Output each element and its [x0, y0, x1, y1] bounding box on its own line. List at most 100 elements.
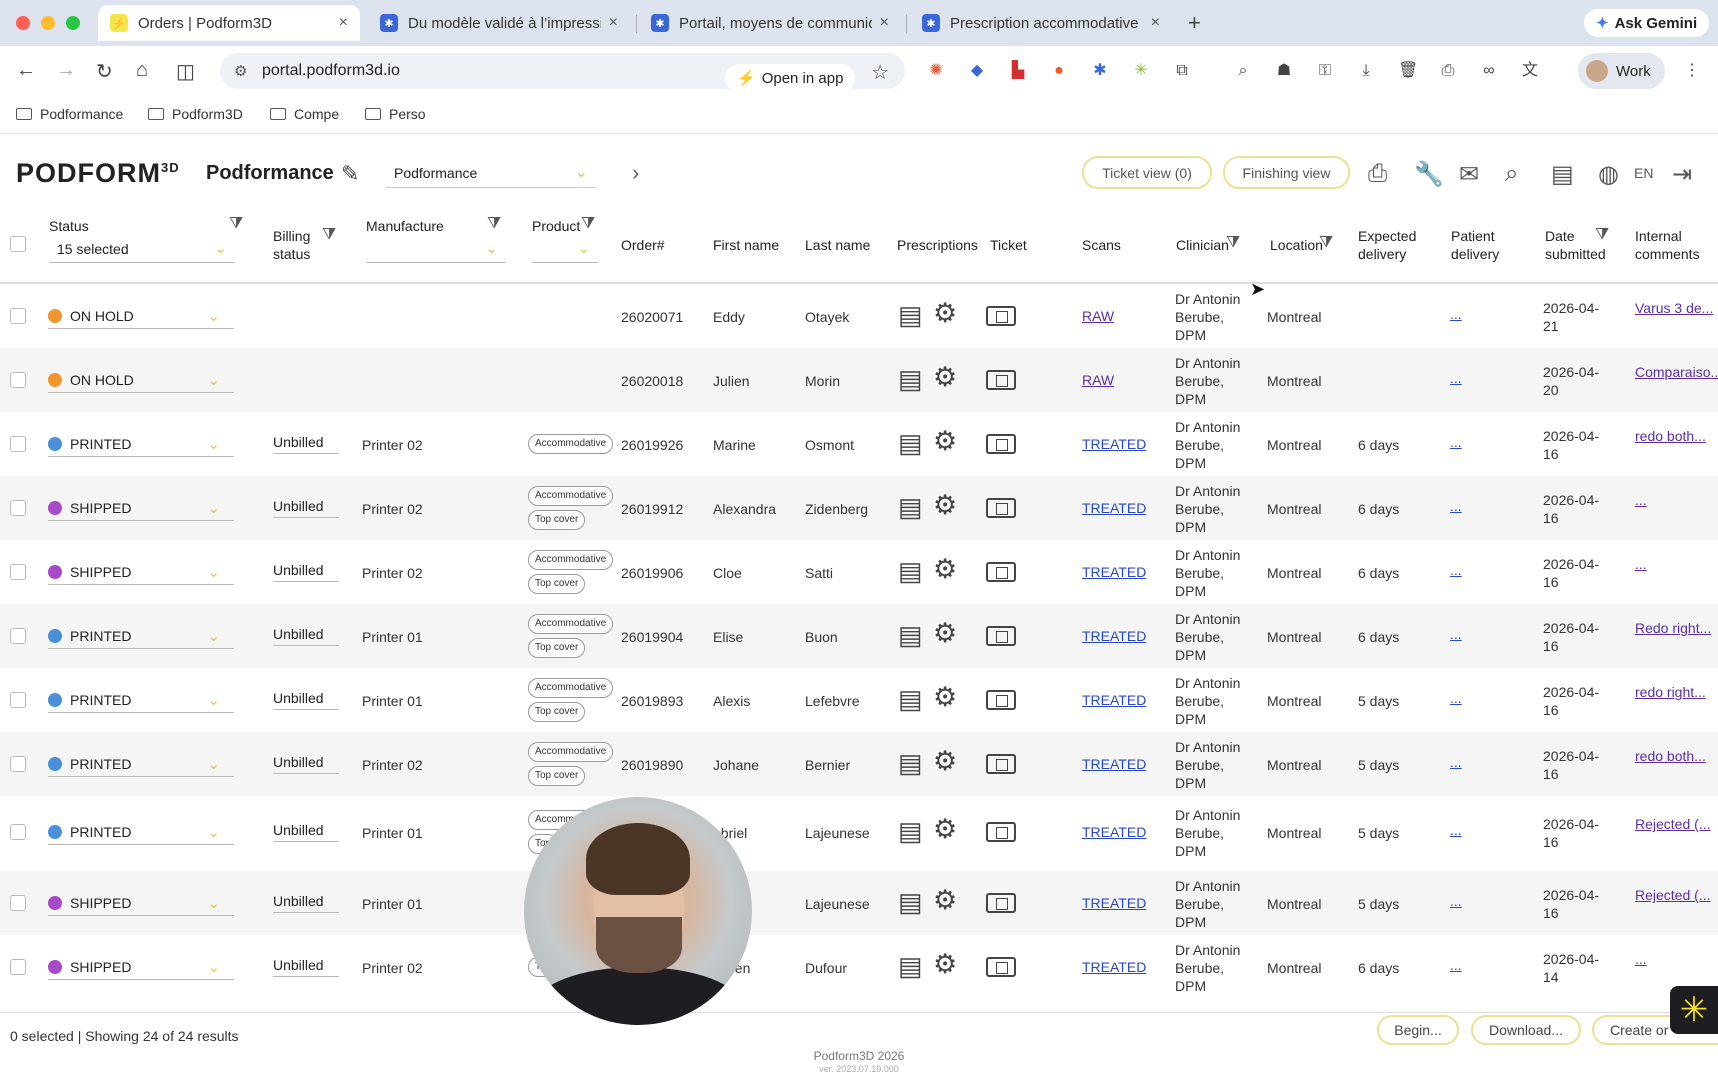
begin-button[interactable]: Begin...	[1377, 1015, 1459, 1045]
internal-comment-link[interactable]: Comparaiso...	[1635, 363, 1718, 381]
scan-link[interactable]: TREATED	[1082, 628, 1146, 644]
ticket-icon[interactable]	[986, 370, 1016, 390]
extension-pdf-icon[interactable]: ▙	[1009, 62, 1027, 80]
menu-dots-icon[interactable]: ⋮	[1683, 62, 1701, 80]
status-select[interactable]: ON HOLD ⌄	[48, 367, 234, 393]
screen-search-icon[interactable]: ⌕	[1234, 62, 1252, 80]
close-window-button[interactable]	[16, 16, 30, 30]
row-checkbox[interactable]	[10, 824, 26, 840]
prescription-document-icon[interactable]: ▤	[898, 620, 923, 651]
select-all-checkbox[interactable]	[10, 236, 26, 252]
gear-icon[interactable]: ⚙	[933, 426, 957, 457]
row-checkbox[interactable]	[10, 564, 26, 580]
prescription-document-icon[interactable]: ▤	[898, 300, 923, 331]
mail-icon[interactable]: ✉	[1459, 160, 1479, 189]
logout-icon[interactable]: ⇥	[1672, 160, 1692, 189]
scan-link[interactable]: TREATED	[1082, 500, 1146, 516]
ticket-icon[interactable]	[986, 822, 1016, 842]
patient-delivery-link[interactable]: ...	[1450, 370, 1462, 386]
table-row[interactable]: SHIPPED ⌄ Unbilled Printer 02 Accommodative T…	[0, 540, 1718, 604]
row-checkbox[interactable]	[10, 436, 26, 452]
column-last-name[interactable]: Last name	[805, 236, 870, 254]
download-button[interactable]: Download...	[1471, 1015, 1581, 1045]
internal-comment-link[interactable]: Rejected (...	[1635, 886, 1715, 904]
scan-link[interactable]: TREATED	[1082, 756, 1146, 772]
prescription-document-icon[interactable]: ▤	[898, 816, 923, 847]
patient-delivery-link[interactable]: ...	[1450, 822, 1462, 838]
finishing-view-button[interactable]: Finishing view	[1223, 156, 1350, 189]
patient-delivery-link[interactable]: ...	[1450, 434, 1462, 450]
status-select[interactable]: ON HOLD ⌄	[48, 303, 234, 329]
billing-status-select[interactable]: Unbilled	[273, 893, 339, 913]
podform-logo[interactable]: PODFORM3D	[16, 158, 180, 189]
scan-link[interactable]: RAW	[1082, 308, 1114, 324]
edit-pencil-icon[interactable]: ✎	[341, 161, 359, 187]
row-checkbox[interactable]	[10, 895, 26, 911]
search-icon[interactable]: ⌕	[1505, 160, 1518, 188]
column-first-name[interactable]: First name	[713, 236, 779, 254]
scan-link[interactable]: TREATED	[1082, 895, 1146, 911]
internal-comment-link[interactable]: Rejected (...	[1635, 815, 1715, 833]
internal-comment-link[interactable]: redo right...	[1635, 683, 1715, 701]
ticket-icon[interactable]	[986, 306, 1016, 326]
document-icon[interactable]: ▤	[1551, 160, 1574, 189]
browser-tab-3[interactable]: ✱ Portail, moyens de communic ×	[639, 5, 901, 41]
ticket-icon[interactable]	[986, 754, 1016, 774]
download-icon[interactable]: ⤓	[1357, 62, 1375, 80]
bookmark-star-icon[interactable]: ☆	[871, 60, 889, 85]
translate-icon[interactable]: 文	[1521, 62, 1539, 80]
printer-icon[interactable]: ⎙	[1368, 160, 1387, 188]
scan-link[interactable]: TREATED	[1082, 824, 1146, 840]
password-key-icon[interactable]: ⚿	[1316, 62, 1334, 80]
minimize-window-button[interactable]	[41, 16, 55, 30]
column-patient-delivery[interactable]: Patient delivery	[1451, 227, 1521, 263]
table-row[interactable]: SHIPPED ⌄ Unbilled Printer 02 Accommodative T…	[0, 476, 1718, 540]
prescription-document-icon[interactable]: ▤	[898, 748, 923, 779]
internal-comment-link[interactable]: ...	[1635, 950, 1715, 968]
gear-icon[interactable]: ⚙	[933, 949, 957, 980]
gear-icon[interactable]: ⚙	[933, 618, 957, 649]
row-checkbox[interactable]	[10, 756, 26, 772]
billing-status-select[interactable]: Unbilled	[273, 562, 339, 582]
billing-status-select[interactable]: Unbilled	[273, 498, 339, 518]
gear-icon[interactable]: ⚙	[933, 814, 957, 845]
scan-link[interactable]: TREATED	[1082, 959, 1146, 975]
bookmark-compe[interactable]: Compe	[270, 106, 339, 122]
column-expected-delivery[interactable]: Expected delivery	[1358, 227, 1438, 263]
prescription-document-icon[interactable]: ▤	[898, 492, 923, 523]
patient-delivery-link[interactable]: ...	[1450, 498, 1462, 514]
internal-comment-link[interactable]: redo both...	[1635, 747, 1715, 765]
gear-icon[interactable]: ⚙	[933, 490, 957, 521]
extension-asterisk-icon[interactable]: ✳	[1132, 62, 1150, 80]
patient-delivery-link[interactable]: ...	[1450, 626, 1462, 642]
gear-icon[interactable]: ⚙	[933, 885, 957, 916]
patient-delivery-link[interactable]: ...	[1450, 754, 1462, 770]
trash-icon[interactable]: 🗑	[1398, 62, 1418, 80]
new-tab-button[interactable]: +	[1188, 10, 1201, 36]
status-select[interactable]: PRINTED ⌄	[48, 623, 234, 649]
browser-tab-4[interactable]: ✱ Prescription accommodative ×	[910, 5, 1172, 41]
internal-comment-link[interactable]: Redo right...	[1635, 619, 1715, 637]
internal-comment-link[interactable]: ...	[1635, 555, 1715, 573]
patient-delivery-link[interactable]: ...	[1450, 562, 1462, 578]
gear-icon[interactable]: ⚙	[933, 362, 957, 393]
gear-icon[interactable]: ⚙	[933, 746, 957, 777]
filter-icon[interactable]: ⧩	[581, 215, 595, 233]
table-row[interactable]: PRINTED ⌄ Unbilled Printer 02 Accommodative T…	[0, 732, 1718, 796]
recorder-widget-icon[interactable]: ✳	[1670, 986, 1718, 1034]
filter-icon[interactable]: ⧩	[229, 215, 243, 233]
status-select[interactable]: SHIPPED ⌄	[48, 890, 234, 916]
status-select[interactable]: PRINTED ⌄	[48, 751, 234, 777]
internal-comment-link[interactable]: Varus 3 de...	[1635, 299, 1715, 317]
bookmark-podformance[interactable]: Podformance	[16, 106, 123, 122]
internal-comment-link[interactable]: redo both...	[1635, 427, 1715, 445]
scan-link[interactable]: TREATED	[1082, 564, 1146, 580]
bookmark-podform3d[interactable]: Podform3D	[148, 106, 243, 122]
browser-tab-orders[interactable]: ⚡ Orders | Podform3D ×	[98, 5, 360, 41]
row-checkbox[interactable]	[10, 959, 26, 975]
prescription-document-icon[interactable]: ▤	[898, 951, 923, 982]
billing-status-select[interactable]: Unbilled	[273, 754, 339, 774]
ticket-icon[interactable]	[986, 498, 1016, 518]
incognito-icon[interactable]: ☗	[1275, 62, 1293, 80]
ticket-icon[interactable]	[986, 562, 1016, 582]
